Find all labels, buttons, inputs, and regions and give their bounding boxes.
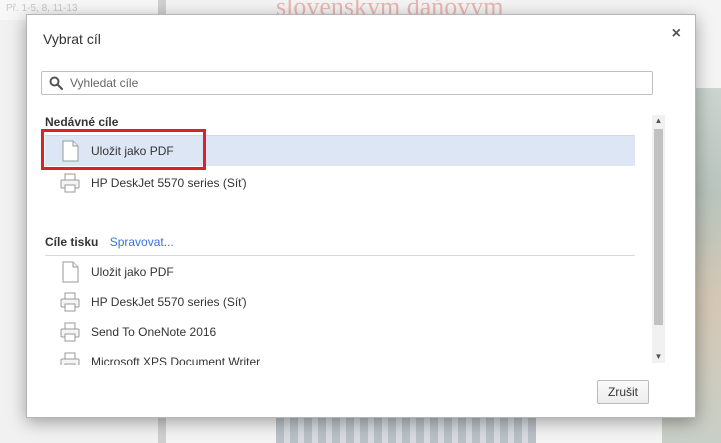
print-destinations-header: Cíle tisku Spravovat... [45,235,174,249]
annotation-highlight-box [41,129,206,170]
printer-icon [60,322,80,342]
close-icon[interactable]: × [672,25,681,43]
print-item-onenote[interactable]: Send To OneNote 2016 [45,317,635,347]
search-box[interactable] [41,71,653,95]
destination-label: Uložit jako PDF [91,265,174,279]
select-destination-dialog: Vybrat cíl × Nedávné cíle Uložit jako PD… [26,14,696,418]
destination-label: HP DeskJet 5570 series (Síť) [91,295,247,309]
search-input[interactable] [68,75,652,91]
scroll-down-arrow-icon[interactable]: ▼ [652,351,665,363]
cancel-button[interactable]: Zrušit [597,380,649,404]
section-divider [45,255,635,256]
destination-label: Send To OneNote 2016 [91,325,217,339]
destination-label: Microsoft XPS Document Writer [91,355,261,365]
background-page-range: Př. 1-5, 8, 11-13 [6,3,78,14]
recent-item-hp-deskjet[interactable]: HP DeskJet 5570 series (Síť) [45,168,635,198]
background-photo-bottom [276,416,536,443]
manage-link[interactable]: Spravovat... [110,235,174,249]
list-scrollbar[interactable]: ▲ ▼ [652,115,665,363]
printer-icon [60,173,80,193]
destination-label: HP DeskJet 5570 series (Síť) [91,176,247,190]
dialog-title: Vybrat cíl [43,31,101,47]
scroll-thumb[interactable] [654,129,663,325]
document-icon [62,261,79,283]
printer-icon [60,352,80,365]
scroll-up-arrow-icon[interactable]: ▲ [652,115,665,127]
print-item-hp-deskjet[interactable]: HP DeskJet 5570 series (Síť) [45,287,635,317]
printer-icon [60,292,80,312]
print-destinations-label: Cíle tisku [45,235,99,249]
print-item-xps-writer[interactable]: Microsoft XPS Document Writer [45,347,635,365]
recent-destinations-header: Nedávné cíle [45,115,118,129]
print-item-save-as-pdf[interactable]: Uložit jako PDF [45,257,635,287]
search-icon [49,76,64,91]
recent-destinations-label: Nedávné cíle [45,115,119,129]
